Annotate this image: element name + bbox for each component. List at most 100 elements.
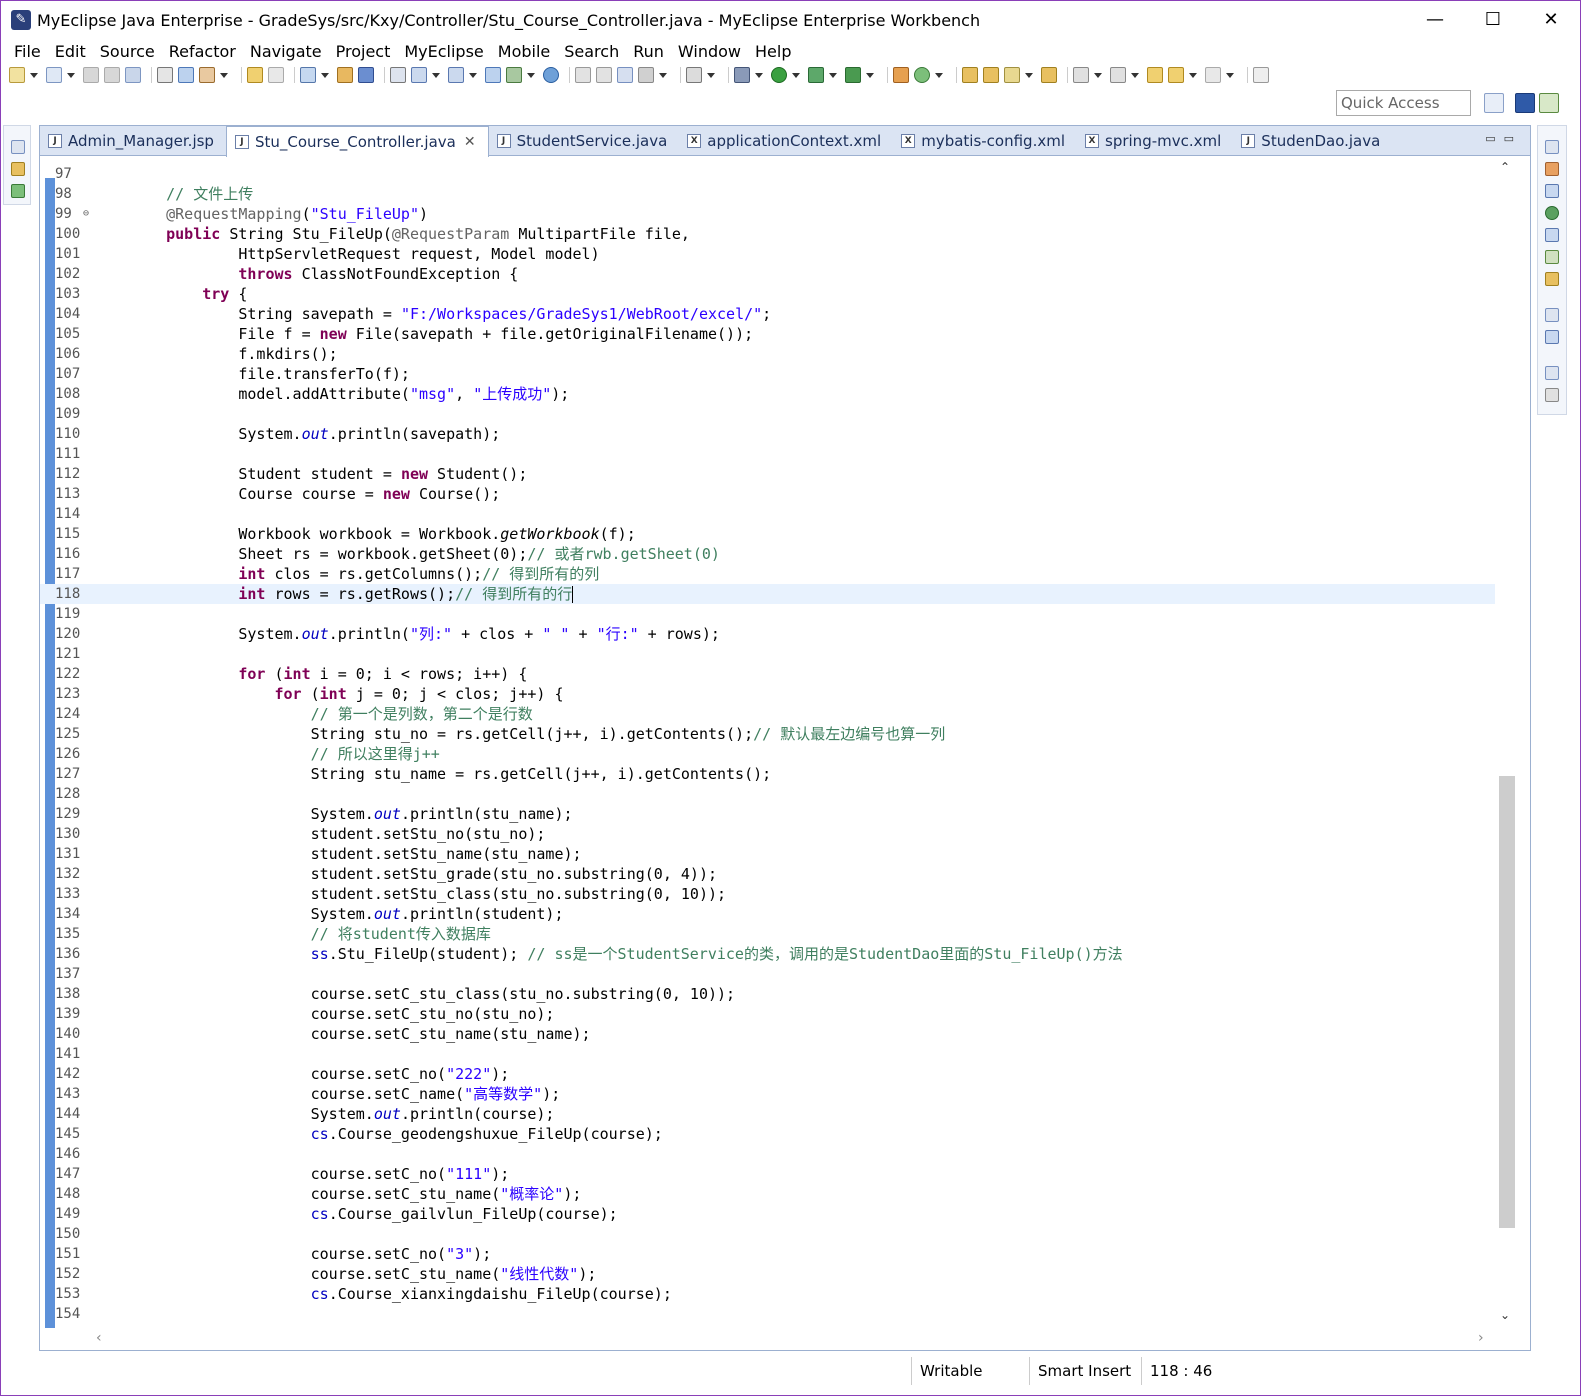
deploy-icon[interactable] [358,67,374,83]
save-all-icon[interactable] [104,67,120,83]
problems-view-icon[interactable] [1545,250,1559,264]
code-line[interactable]: 111 [40,444,1495,464]
scroll-left-icon[interactable]: ‹ [96,1330,102,1346]
code-line[interactable]: 121 [40,644,1495,664]
code-line[interactable]: 140 course.setC_stu_name(stu_name); [40,1024,1495,1044]
screenshot-icon[interactable] [686,67,702,83]
report-design-icon[interactable] [596,67,612,83]
code-line[interactable]: 137 [40,964,1495,984]
code-line[interactable]: 135 // 将student传入数据库 [40,924,1495,944]
type-hierarchy-icon[interactable] [11,184,25,198]
run-icon[interactable] [771,67,787,83]
code-line[interactable]: 106 f.mkdirs(); [40,344,1495,364]
debug-dropdown-icon[interactable] [755,72,763,78]
code-text-area[interactable]: 97 98 // 文件上传 99 ⊖ @RequestMapping("Stu_Fil… [40,160,1495,1320]
menu-project[interactable]: Project [329,42,398,61]
quick-access-input[interactable]: Quick Access [1336,90,1471,116]
code-line[interactable]: 134 System.out.println(student); [40,904,1495,924]
new-server-icon[interactable] [300,67,316,83]
code-line[interactable]: 102 throws ClassNotFoundException { [40,264,1495,284]
new-icon[interactable] [9,67,25,83]
console-view-icon[interactable] [1545,228,1559,242]
code-line[interactable]: 125 String stu_no = rs.getCell(j++, i).g… [40,724,1495,744]
code-line[interactable]: 120 System.out.println("列:" + clos + " "… [40,624,1495,644]
editor-minimize-maximize-icon[interactable]: ▭▭ [1485,132,1522,145]
last-edit-icon[interactable] [1147,67,1163,83]
search-tool-dropdown-icon[interactable] [469,72,477,78]
print-icon[interactable] [125,67,141,83]
open-resource-icon[interactable] [983,67,999,83]
code-line[interactable]: 110 System.out.println(savepath); [40,424,1495,444]
vertical-scrollbar[interactable]: ⌃ ⌄ [1495,156,1517,1328]
code-line[interactable]: 104 String savepath = "F:/Workspaces/Gra… [40,304,1495,324]
menu-source[interactable]: Source [93,42,162,61]
toggle-mark-icon[interactable] [178,67,194,83]
open-type-icon[interactable] [157,67,173,83]
code-line[interactable]: 136 ss.Stu_FileUp(student); // ss是一个Stud… [40,944,1495,964]
open-folder-icon[interactable] [962,67,978,83]
pen-dropdown-icon[interactable] [1025,72,1033,78]
code-line[interactable]: 113 Course course = new Course(); [40,484,1495,504]
menu-mobile[interactable]: Mobile [491,42,557,61]
code-line[interactable]: 117 int clos = rs.getColumns();// 得到所有的列 [40,564,1495,584]
web-service-icon[interactable] [411,67,427,83]
hierarchy-icon[interactable] [485,67,501,83]
menu-help[interactable]: Help [748,42,798,61]
code-line[interactable]: 119 [40,604,1495,624]
code-line[interactable]: 143 course.setC_name("高等数学"); [40,1084,1495,1104]
code-line[interactable]: 99 ⊖ @RequestMapping("Stu_FileUp") [40,204,1495,224]
forward-dropdown-icon[interactable] [1226,72,1234,78]
fold-toggle-icon[interactable]: ⊖ [83,204,89,224]
next-annotation-icon[interactable] [1073,67,1089,83]
code-line[interactable]: 127 String stu_name = rs.getCell(j++, i)… [40,764,1495,784]
tab-mybatis-config[interactable]: X mybatis-config.xml [893,126,1077,156]
tasks-view-icon[interactable] [1545,184,1559,198]
restore-properties-icon[interactable] [1545,366,1559,380]
back-dropdown-icon[interactable] [1189,72,1197,78]
code-line[interactable]: 124 // 第一个是列数，第二个是行数 [40,704,1495,724]
menu-run[interactable]: Run [626,42,671,61]
screenshot-dropdown-icon[interactable] [707,72,715,78]
previous-annotation-dropdown-icon[interactable] [1131,72,1139,78]
tab-stu-course-controller[interactable]: J Stu_Course_Controller.java ✕ [225,126,489,157]
code-line[interactable]: 146 [40,1144,1495,1164]
code-line[interactable]: 109 [40,404,1495,424]
code-line[interactable]: 97 [40,164,1495,184]
image-editor-icon[interactable] [617,67,633,83]
new-project-dropdown-icon[interactable] [67,72,75,78]
servers-view-icon[interactable] [1545,162,1559,176]
tab-studen-dao[interactable]: J StudenDao.java [1233,126,1392,156]
tab-spring-mvc[interactable]: X spring-mvc.xml [1077,126,1233,156]
tab-admin-manager[interactable]: J Admin_Manager.jsp [40,126,226,156]
code-line[interactable]: 108 model.addAttribute("msg", "上传成功"); [40,384,1495,404]
code-line[interactable]: 114 [40,504,1495,524]
previous-annotation-icon[interactable] [1110,67,1126,83]
menu-refactor[interactable]: Refactor [162,42,243,61]
code-line[interactable]: 139 course.setC_stu_no(stu_no); [40,1004,1495,1024]
code-line[interactable]: 105 File f = new File(savepath + file.ge… [40,324,1495,344]
next-annotation-dropdown-icon[interactable] [1094,72,1102,78]
back-icon[interactable] [1168,67,1184,83]
code-line[interactable]: 153 cs.Course_xianxingdaishu_FileUp(cour… [40,1284,1495,1304]
code-line[interactable]: 98 // 文件上传 [40,184,1495,204]
code-line[interactable]: 130 student.setStu_no(stu_no); [40,824,1495,844]
vertical-scroll-thumb[interactable] [1499,776,1515,1228]
save-icon[interactable] [83,67,99,83]
menu-search[interactable]: Search [557,42,626,61]
run-coverage-dropdown-icon[interactable] [829,72,837,78]
code-line[interactable]: 128 [40,784,1495,804]
report-icon[interactable] [575,67,591,83]
new-dropdown-icon[interactable] [30,72,38,78]
restore-icon[interactable] [11,140,25,154]
build-icon[interactable] [199,67,215,83]
restore-outline-icon[interactable] [1545,308,1559,322]
restore-right-icon[interactable] [1545,140,1559,154]
code-line[interactable]: 144 System.out.println(course); [40,1104,1495,1124]
code-line[interactable]: 150 [40,1224,1495,1244]
snippets-view-icon[interactable] [1545,272,1559,286]
code-line[interactable]: 148 course.setC_stu_name("概率论"); [40,1184,1495,1204]
properties-view-icon[interactable] [1545,388,1559,402]
code-line[interactable]: 152 course.setC_stu_name("线性代数"); [40,1264,1495,1284]
undo-icon[interactable] [247,67,263,83]
tab-student-service[interactable]: J StudentService.java [489,126,680,156]
